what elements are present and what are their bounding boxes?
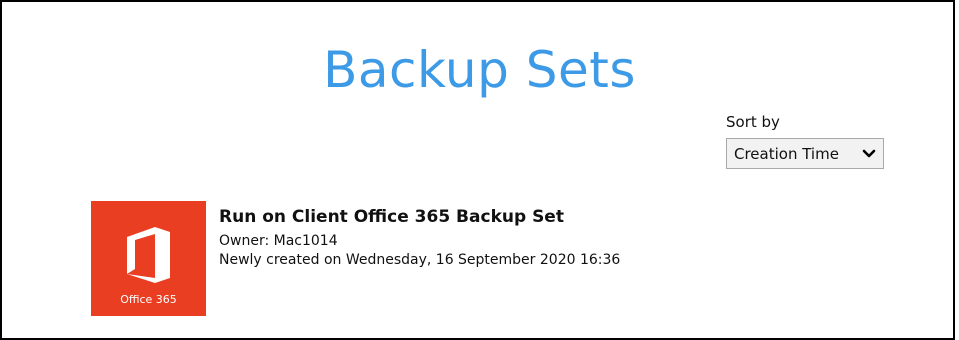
office365-caption: Office 365: [120, 293, 177, 306]
backup-set-name[interactable]: Run on Client Office 365 Backup Set: [219, 207, 564, 227]
chevron-down-icon: [855, 149, 883, 159]
backup-set-owner: Owner: Mac1014: [219, 233, 338, 249]
sort-by-dropdown[interactable]: Creation Time: [726, 138, 884, 169]
page-title: Backup Sets: [323, 41, 636, 99]
sort-by-selected-value: Creation Time: [734, 144, 839, 163]
office365-icon: [121, 225, 176, 289]
sort-by-label: Sort by: [726, 113, 780, 131]
office365-backup-set-icon[interactable]: Office 365: [91, 201, 206, 316]
backup-set-created: Newly created on Wednesday, 16 September…: [219, 252, 621, 268]
